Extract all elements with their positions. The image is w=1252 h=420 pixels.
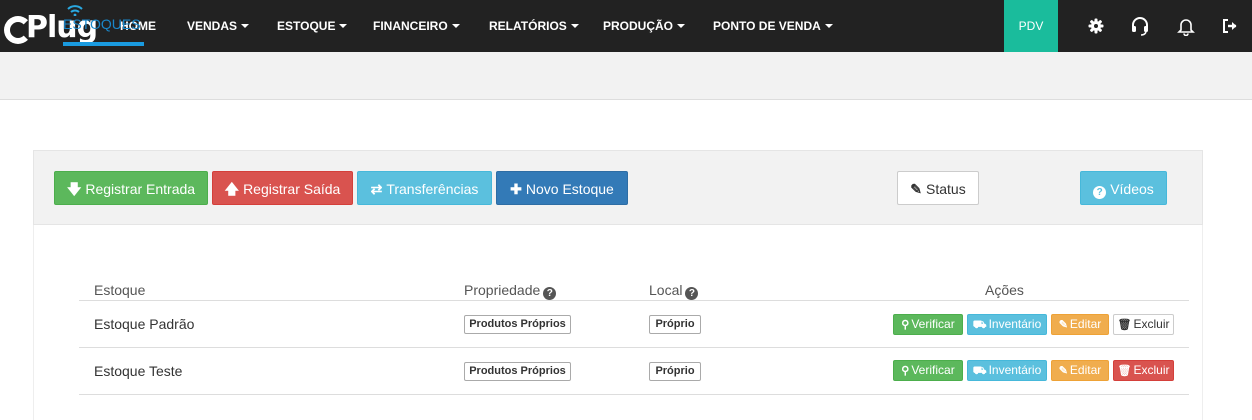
edit-icon: ✎	[1058, 365, 1068, 377]
gear-icon[interactable]	[1086, 16, 1106, 36]
editar-label: Editar	[1069, 317, 1102, 331]
search-icon: ⚲	[901, 319, 910, 331]
editar-button[interactable]: ✎ Editar	[1051, 360, 1109, 381]
excluir-button[interactable]: 🗑 Excluir	[1113, 360, 1174, 381]
novo-estoque-button[interactable]: ✚ Novo Estoque	[496, 171, 628, 205]
nav-relatorios[interactable]: RELATÓRIOS	[489, 0, 579, 52]
inventario-button[interactable]: ⛟ Inventário	[967, 360, 1047, 381]
registrar-entrada-button[interactable]: 🡇 Registrar Entrada	[54, 171, 208, 205]
arrow-up-icon: 🡅	[224, 181, 240, 197]
nav-producao-label: PRODUÇÃO	[603, 19, 674, 33]
table-divider	[79, 394, 1189, 395]
propriedade-badge: Produtos Próprios	[464, 315, 571, 334]
caret-down-icon	[677, 23, 686, 28]
nav-vendas-label: VENDAS	[187, 19, 238, 33]
col-header-propriedade: Propriedade?	[464, 282, 557, 300]
caret-down-icon	[241, 23, 250, 28]
nav-estoque-label: ESTOQUE	[277, 19, 336, 33]
trash-icon: 🗑	[1117, 365, 1132, 377]
subheader	[0, 52, 1252, 100]
table-divider	[79, 347, 1189, 348]
inventario-label: Inventário	[988, 363, 1042, 377]
nav-financeiro[interactable]: FINANCEIRO	[373, 0, 460, 52]
nav-producao[interactable]: PRODUÇÃO	[603, 0, 686, 52]
question-circle-icon[interactable]: ?	[685, 287, 699, 300]
top-navbar: Plug HOME VENDAS ESTOQUE FINANCEIRO RELA…	[0, 0, 1252, 52]
videos-label: Vídeos	[1110, 181, 1154, 197]
active-tab-indicator	[63, 42, 144, 46]
videos-button[interactable]: ? Vídeos	[1080, 171, 1167, 205]
col-header-acoes: Ações	[985, 282, 1024, 298]
verificar-button[interactable]: ⚲ Verificar	[893, 360, 963, 381]
inventario-button[interactable]: ⛟ Inventário	[967, 314, 1047, 335]
status-button[interactable]: ✎ Status	[897, 171, 979, 205]
bell-icon[interactable]	[1176, 16, 1196, 36]
pencil-icon: ✎	[910, 181, 923, 197]
editar-button[interactable]: ✎ Editar	[1051, 314, 1109, 335]
nav-estoque[interactable]: ESTOQUE	[277, 0, 348, 52]
local-badge: Próprio	[649, 315, 701, 334]
logout-icon[interactable]	[1220, 16, 1240, 36]
local-badge: Próprio	[649, 362, 701, 381]
trash-icon: 🗑	[1117, 319, 1132, 331]
wifi-icon	[67, 5, 83, 16]
transferencias-button[interactable]: ⇄ Transferências	[357, 171, 492, 205]
plus-icon: ✚	[510, 181, 522, 197]
registrar-saida-label: Registrar Saída	[243, 181, 341, 197]
novo-estoque-label: Novo Estoque	[525, 181, 614, 197]
registrar-entrada-label: Registrar Entrada	[85, 181, 196, 197]
nav-vendas[interactable]: VENDAS	[187, 0, 250, 52]
caret-down-icon	[824, 23, 833, 28]
caret-down-icon	[339, 23, 348, 28]
inventario-label: Inventário	[988, 317, 1042, 331]
row-estoque-name: Estoque Padrão	[94, 316, 195, 332]
verificar-button[interactable]: ⚲ Verificar	[893, 314, 963, 335]
col-header-local-label: Local	[649, 282, 683, 298]
search-icon: ⚲	[901, 365, 910, 377]
caret-down-icon	[451, 23, 460, 28]
edit-icon: ✎	[1058, 319, 1068, 331]
truck-icon: ⛟	[972, 319, 987, 331]
exchange-icon: ⇄	[370, 181, 383, 197]
excluir-label: Excluir	[1133, 363, 1170, 377]
headset-icon[interactable]	[1130, 16, 1150, 36]
nav-ponto-de-venda-label: PONTO DE VENDA	[713, 19, 821, 33]
col-header-estoque: Estoque	[94, 282, 146, 298]
verificar-label: Verificar	[911, 363, 955, 377]
nav-ponto-de-venda[interactable]: PONTO DE VENDA	[713, 0, 833, 52]
nav-relatorios-label: RELATÓRIOS	[489, 19, 567, 33]
tab-estoques[interactable]: ESTOQUES	[63, 16, 141, 32]
transferencias-label: Transferências	[386, 181, 479, 197]
row-estoque-name: Estoque Teste	[94, 363, 183, 379]
excluir-button[interactable]: 🗑 Excluir	[1113, 314, 1174, 335]
status-label: Status	[926, 181, 966, 197]
arrow-down-icon: 🡇	[66, 181, 82, 197]
verificar-label: Verificar	[911, 317, 955, 331]
nav-financeiro-label: FINANCEIRO	[373, 19, 448, 33]
truck-icon: ⛟	[972, 365, 987, 377]
excluir-label: Excluir	[1133, 317, 1170, 331]
question-circle-icon: ?	[1093, 186, 1107, 199]
caret-down-icon	[570, 23, 579, 28]
propriedade-badge: Produtos Próprios	[464, 362, 571, 381]
pdv-button[interactable]: PDV	[1004, 0, 1058, 52]
table-divider	[79, 300, 1189, 301]
editar-label: Editar	[1069, 363, 1102, 377]
col-header-propriedade-label: Propriedade	[464, 282, 541, 298]
question-circle-icon[interactable]: ?	[543, 287, 557, 300]
col-header-local: Local?	[649, 282, 699, 300]
registrar-saida-button[interactable]: 🡅 Registrar Saída	[212, 171, 353, 205]
